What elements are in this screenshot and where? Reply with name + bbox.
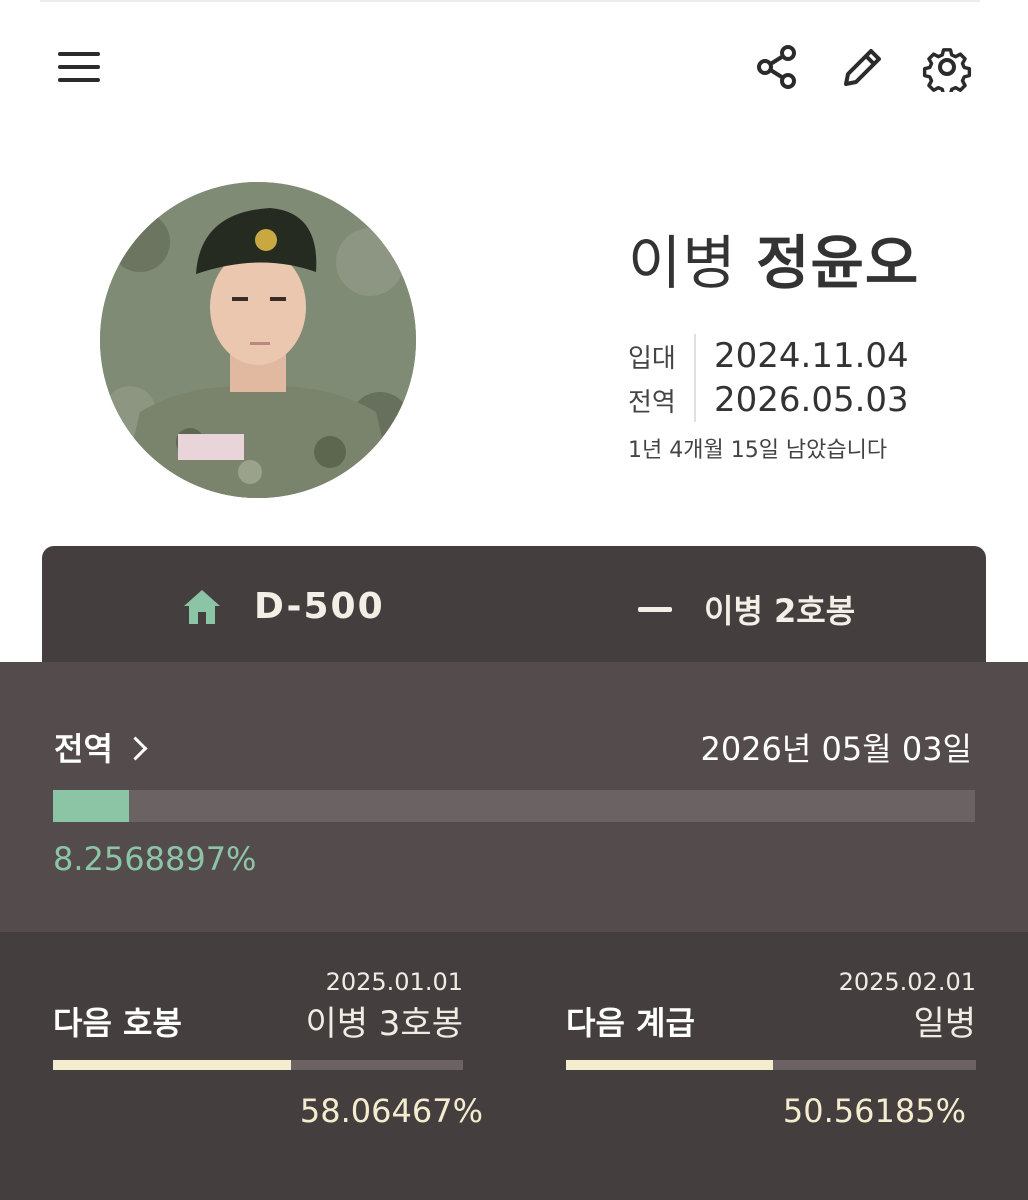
enlist-row: 입대 2024.11.04 bbox=[628, 334, 909, 378]
discharge-percent: 8.2568897% bbox=[53, 840, 257, 878]
soldier-name: 이병 정윤오 bbox=[628, 216, 919, 300]
pencil-icon[interactable] bbox=[838, 42, 888, 92]
discharge-label: 전역 bbox=[628, 387, 676, 418]
next-step-progress-fill bbox=[53, 1060, 292, 1070]
chevron-right-icon bbox=[123, 735, 148, 761]
next-step-card[interactable]: 2025.01.01 다음 호봉 이병 3호봉 58.06467% bbox=[53, 932, 483, 1200]
next-step-progress-bar bbox=[53, 1060, 463, 1070]
service-dates: 입대 2024.11.04 전역 2026.05.03 bbox=[628, 334, 909, 422]
next-rank-progress-bar bbox=[566, 1060, 976, 1070]
next-rank-card[interactable]: 2025.02.01 다음 계급 일병 50.56185% bbox=[566, 932, 976, 1200]
discharge-full-date: 2026년 05월 03일 bbox=[700, 730, 972, 768]
discharge-link[interactable]: 전역 bbox=[54, 724, 148, 770]
rank-insignia-icon bbox=[638, 606, 672, 612]
next-step-percent: 58.06467% bbox=[299, 1092, 483, 1130]
rank-label: 이병 bbox=[628, 229, 737, 297]
gear-icon[interactable] bbox=[922, 42, 972, 97]
discharge-progress-bar bbox=[53, 790, 975, 822]
person-name: 정윤오 bbox=[756, 229, 920, 297]
next-rank-progress-fill bbox=[566, 1060, 774, 1070]
next-rank-percent: 50.56185% bbox=[782, 1092, 966, 1130]
discharge-progress-fill bbox=[53, 790, 130, 822]
share-icon[interactable] bbox=[752, 42, 802, 92]
dday-label: D-500 bbox=[254, 586, 385, 627]
next-milestones: 2025.01.01 다음 호봉 이병 3호봉 58.06467% 2025.0… bbox=[0, 932, 1028, 1200]
next-step-date: 2025.01.01 bbox=[325, 968, 463, 996]
next-rank-target: 일병 bbox=[913, 1004, 976, 1044]
discharge-title: 전역 bbox=[54, 730, 113, 768]
avatar bbox=[100, 182, 416, 498]
grade-tab[interactable]: 이병 2호봉 bbox=[638, 586, 855, 632]
next-rank-date: 2025.02.01 bbox=[838, 968, 976, 996]
hamburger-menu-icon[interactable] bbox=[56, 48, 102, 86]
dday-tab[interactable]: D-500 bbox=[182, 586, 385, 627]
next-step-title: 다음 호봉 bbox=[53, 1004, 182, 1042]
next-rank-title: 다음 계급 bbox=[566, 1004, 695, 1042]
home-icon bbox=[184, 589, 220, 624]
enlist-date: 2024.11.04 bbox=[694, 334, 909, 378]
next-step-target: 이병 3호봉 bbox=[305, 1004, 463, 1044]
discharge-row: 전역 2026.05.03 bbox=[628, 378, 909, 422]
status-tabs: D-500 이병 2호봉 bbox=[42, 546, 986, 664]
remaining-time: 1년 4개월 15일 남았습니다 bbox=[628, 438, 888, 463]
discharge-section: 전역 2026년 05월 03일 8.2568897% bbox=[0, 662, 1028, 932]
grade-label: 이병 2호봉 bbox=[704, 592, 856, 630]
discharge-date: 2026.05.03 bbox=[694, 378, 909, 422]
top-divider bbox=[40, 0, 980, 2]
enlist-label: 입대 bbox=[628, 343, 676, 374]
